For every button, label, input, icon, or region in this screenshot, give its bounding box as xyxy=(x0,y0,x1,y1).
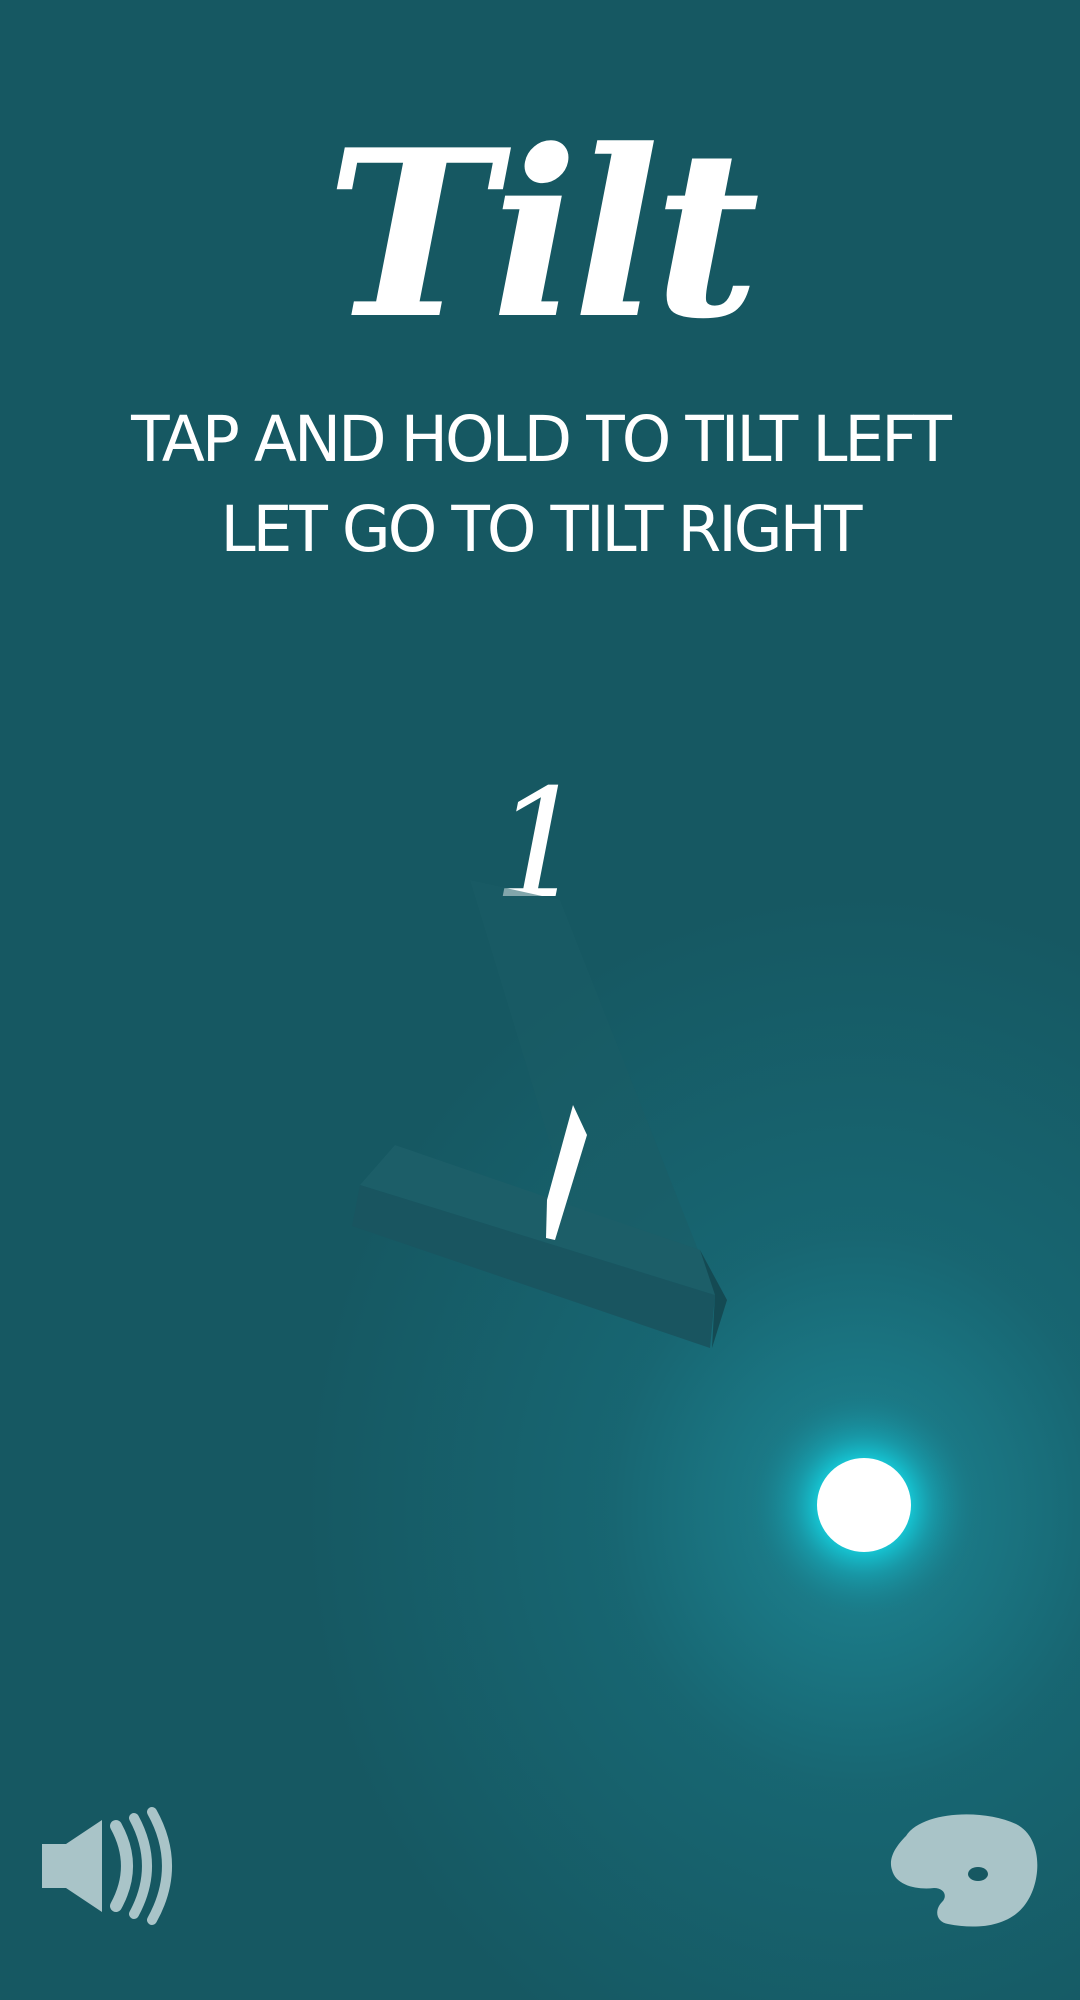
speaker-sound-on-icon xyxy=(42,1807,172,1925)
theme-palette-button[interactable] xyxy=(886,1806,1041,1931)
game-scene xyxy=(352,880,979,1620)
paint-palette-icon xyxy=(890,1814,1038,1927)
player-ball xyxy=(817,1458,911,1552)
sound-toggle-button[interactable] xyxy=(36,1806,186,1926)
